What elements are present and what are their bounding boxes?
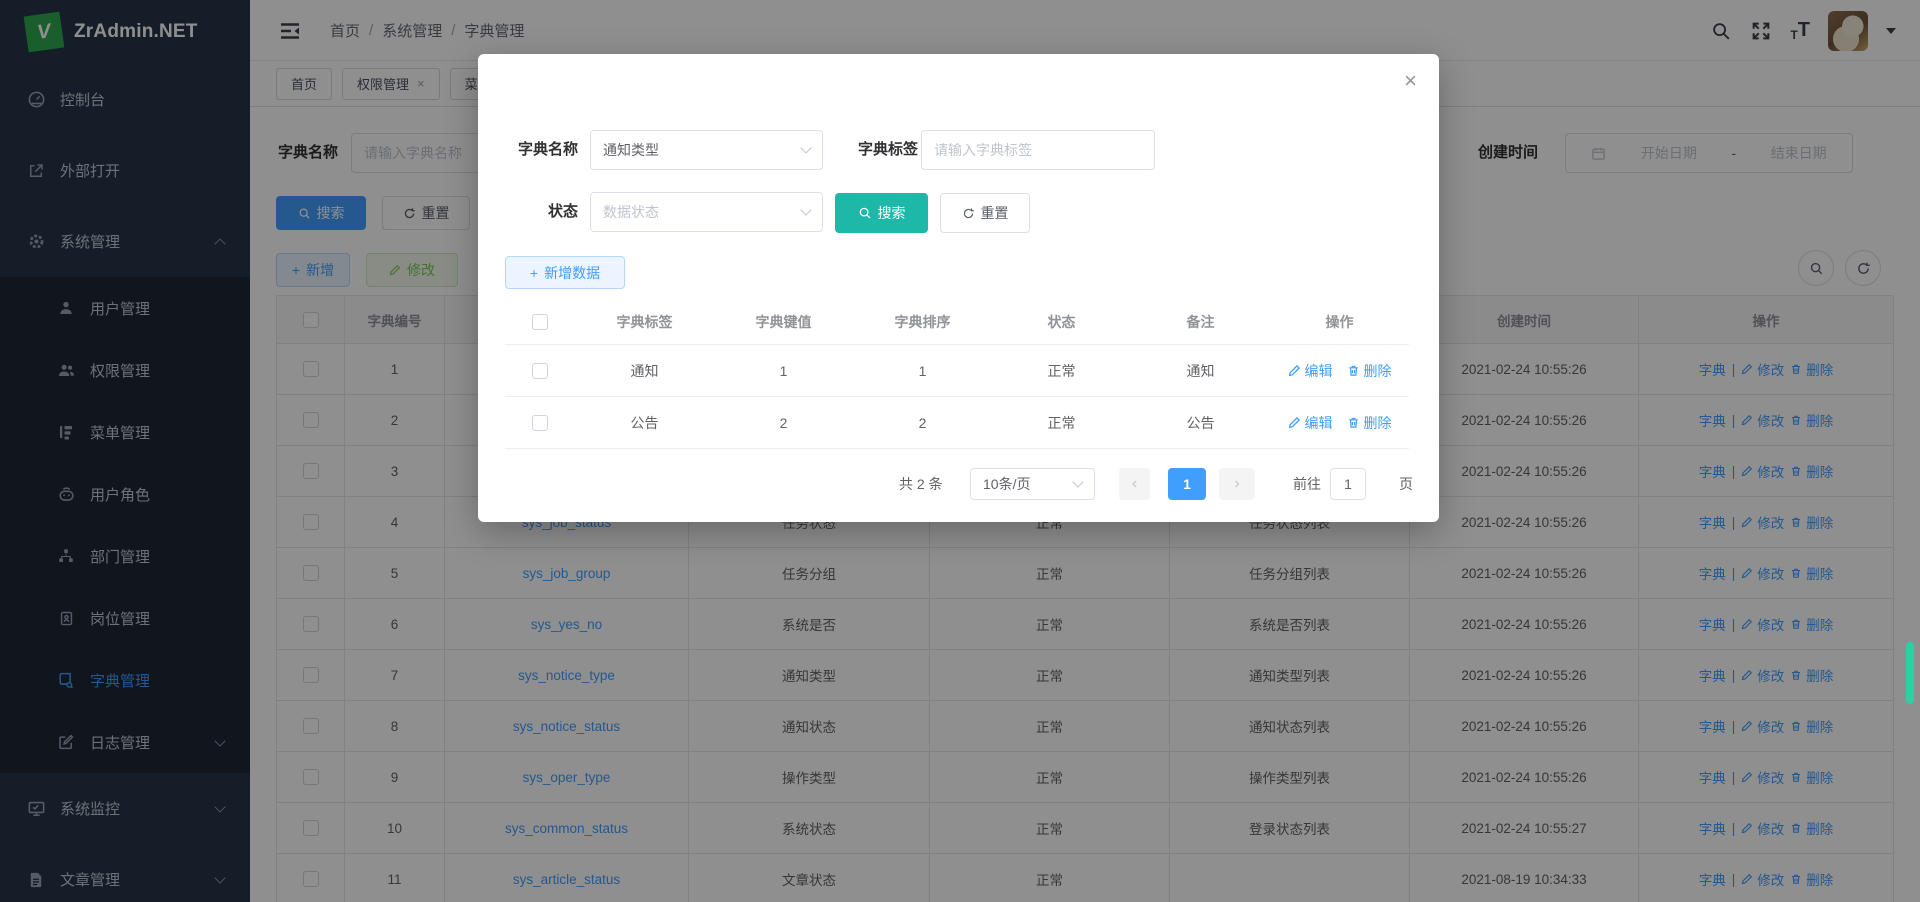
goto-page-value: 1 [1344,476,1352,492]
dict-sort-cell: 1 [853,345,992,396]
modal-add-data-label: 新增数据 [544,263,600,283]
pencil-icon [1288,364,1301,377]
modal-status-placeholder: 数据状态 [603,202,659,222]
modal-dict-data-table: 字典标签 字典键值 字典排序 状态 备注 操作 通知 1 1 正常 通知 编辑 … [505,300,1409,449]
col-dict-sort: 字典排序 [853,300,992,344]
modal-search-button-label: 搜索 [878,203,906,223]
delete-action-link[interactable]: 删除 [1347,361,1392,381]
goto-label: 前往 [1293,468,1321,500]
row-actions: 编辑 删除 [1270,345,1409,396]
current-page-button[interactable]: 1 [1168,468,1206,500]
dict-value-cell: 2 [714,397,853,448]
chevron-down-icon [800,204,811,215]
chevron-down-icon [800,142,811,153]
prev-page-button[interactable]: ‹ [1119,468,1150,500]
status-cell: 正常 [992,397,1131,448]
dict-value-cell: 1 [714,345,853,396]
edit-action-link[interactable]: 编辑 [1288,361,1333,381]
status-cell: 正常 [992,345,1131,396]
app-root: V ZrAdmin.NET 控制台 外部打开 系统管理 [0,0,1920,902]
trash-icon [1347,364,1360,377]
modal-dict-label-placeholder: 请输入字典标签 [934,140,1032,160]
scrollbar-thumb[interactable] [1906,642,1914,704]
modal-reset-button[interactable]: 重置 [940,193,1030,233]
modal-add-data-button[interactable]: + 新增数据 [505,256,625,289]
col-dict-label: 字典标签 [575,300,714,344]
dict-label-cell: 通知 [575,345,714,396]
goto-page-input[interactable]: 1 [1330,468,1366,500]
col-dict-value: 字典键值 [714,300,853,344]
row-checkbox[interactable] [505,345,575,396]
modal-dict-label-label: 字典标签 [834,130,918,170]
close-icon[interactable]: × [1404,70,1417,92]
dict-data-dialog: × 字典名称 通知类型 字典标签 请输入字典标签 状态 数据状态 搜索 重置 [478,54,1439,522]
page-size-select[interactable]: 10条/页 [970,468,1095,500]
modal-dict-name-label: 字典名称 [502,130,578,170]
dict-label-cell: 公告 [575,397,714,448]
refresh-icon [962,207,975,220]
modal-search-button[interactable]: 搜索 [835,193,928,233]
col-status: 状态 [992,300,1131,344]
modal-table-header-row: 字典标签 字典键值 字典排序 状态 备注 操作 [505,300,1409,345]
remark-cell: 通知 [1131,345,1270,396]
modal-dict-label-input[interactable]: 请输入字典标签 [921,130,1155,170]
pencil-icon [1288,416,1301,429]
col-remark: 备注 [1131,300,1270,344]
modal-dict-name-select[interactable]: 通知类型 [590,130,823,170]
modal-reset-button-label: 重置 [981,203,1009,223]
chevron-down-icon [1072,476,1083,487]
page-size-value: 10条/页 [983,474,1030,494]
modal-select-all-checkbox[interactable] [505,300,575,344]
trash-icon [1347,416,1360,429]
pagination-total: 共 2 条 [899,468,943,500]
next-page-button[interactable]: › [1219,468,1255,500]
modal-status-select[interactable]: 数据状态 [590,192,823,232]
modal-pagination: 共 2 条 10条/页 ‹ 1 › 前往 1 页 [478,468,1439,500]
plus-icon: + [530,265,538,281]
col-actions: 操作 [1270,300,1409,344]
row-checkbox[interactable] [505,397,575,448]
edit-action-link[interactable]: 编辑 [1288,413,1333,433]
modal-status-label: 状态 [502,192,578,232]
row-actions: 编辑 删除 [1270,397,1409,448]
modal-dict-name-value: 通知类型 [603,140,659,160]
delete-action-link[interactable]: 删除 [1347,413,1392,433]
dict-sort-cell: 2 [853,397,992,448]
remark-cell: 公告 [1131,397,1270,448]
modal-table-row: 通知 1 1 正常 通知 编辑 删除 [505,345,1409,397]
modal-table-body: 通知 1 1 正常 通知 编辑 删除 公告 2 2 正常 公告 编辑 [505,345,1409,449]
search-icon [858,206,872,220]
page-unit-label: 页 [1399,468,1413,500]
modal-table-row: 公告 2 2 正常 公告 编辑 删除 [505,397,1409,449]
